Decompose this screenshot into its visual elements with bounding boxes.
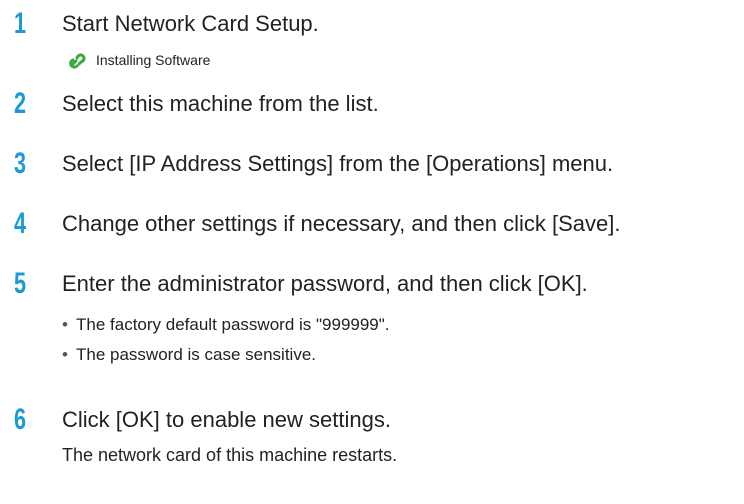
step-text: Select this machine from the list. [62,91,379,116]
step-number: 4 [14,207,27,240]
step-text: Enter the administrator password, and th… [62,271,588,296]
bullet-text: The password is case sensitive. [76,345,316,364]
installing-software-link[interactable]: Installing Software [68,50,210,70]
bullet-icon: • [62,345,68,364]
step-text: Change other settings if necessary, and … [62,211,621,236]
step-text: Click [OK] to enable new settings. [62,407,391,432]
step-6-note: The network card of this machine restart… [62,445,398,465]
step-2-row: 2 Select this machine from the list. [14,84,736,124]
step-4: 4 Change other settings if necessary, an… [14,204,736,244]
step-2: 2 Select this machine from the list. [14,84,736,124]
step-number: 6 [14,403,27,436]
step-5-row: 5 Enter the administrator password, and … [14,264,736,304]
step-number: 1 [14,7,27,40]
step-5: 5 Enter the administrator password, and … [14,264,736,304]
step-number: 5 [14,267,27,300]
step-text: Start Network Card Setup. [62,11,319,36]
step-3-row: 3 Select [IP Address Settings] from the … [14,144,736,184]
chain-link-icon [69,53,86,69]
step-5-bullets: • The factory default password is "99999… [62,310,390,370]
step-text: Select [IP Address Settings] from the [O… [62,151,614,176]
bullet-item: • The factory default password is "99999… [62,310,390,340]
step-6: 6 Click [OK] to enable new settings. [14,400,736,440]
step-3: 3 Select [IP Address Settings] from the … [14,144,736,184]
bullet-text: The factory default password is "999999"… [76,315,390,334]
link-text[interactable]: Installing Software [96,52,210,68]
step-1-row: 1 Start Network Card Setup. [14,4,736,44]
step-1: 1 Start Network Card Setup. [14,4,736,44]
step-6-row: 6 Click [OK] to enable new settings. [14,400,736,440]
step-4-row: 4 Change other settings if necessary, an… [14,204,736,244]
step-number: 3 [14,147,27,180]
bullet-icon: • [62,315,68,334]
bullet-item: • The password is case sensitive. [62,340,390,370]
step-number: 2 [14,87,27,120]
